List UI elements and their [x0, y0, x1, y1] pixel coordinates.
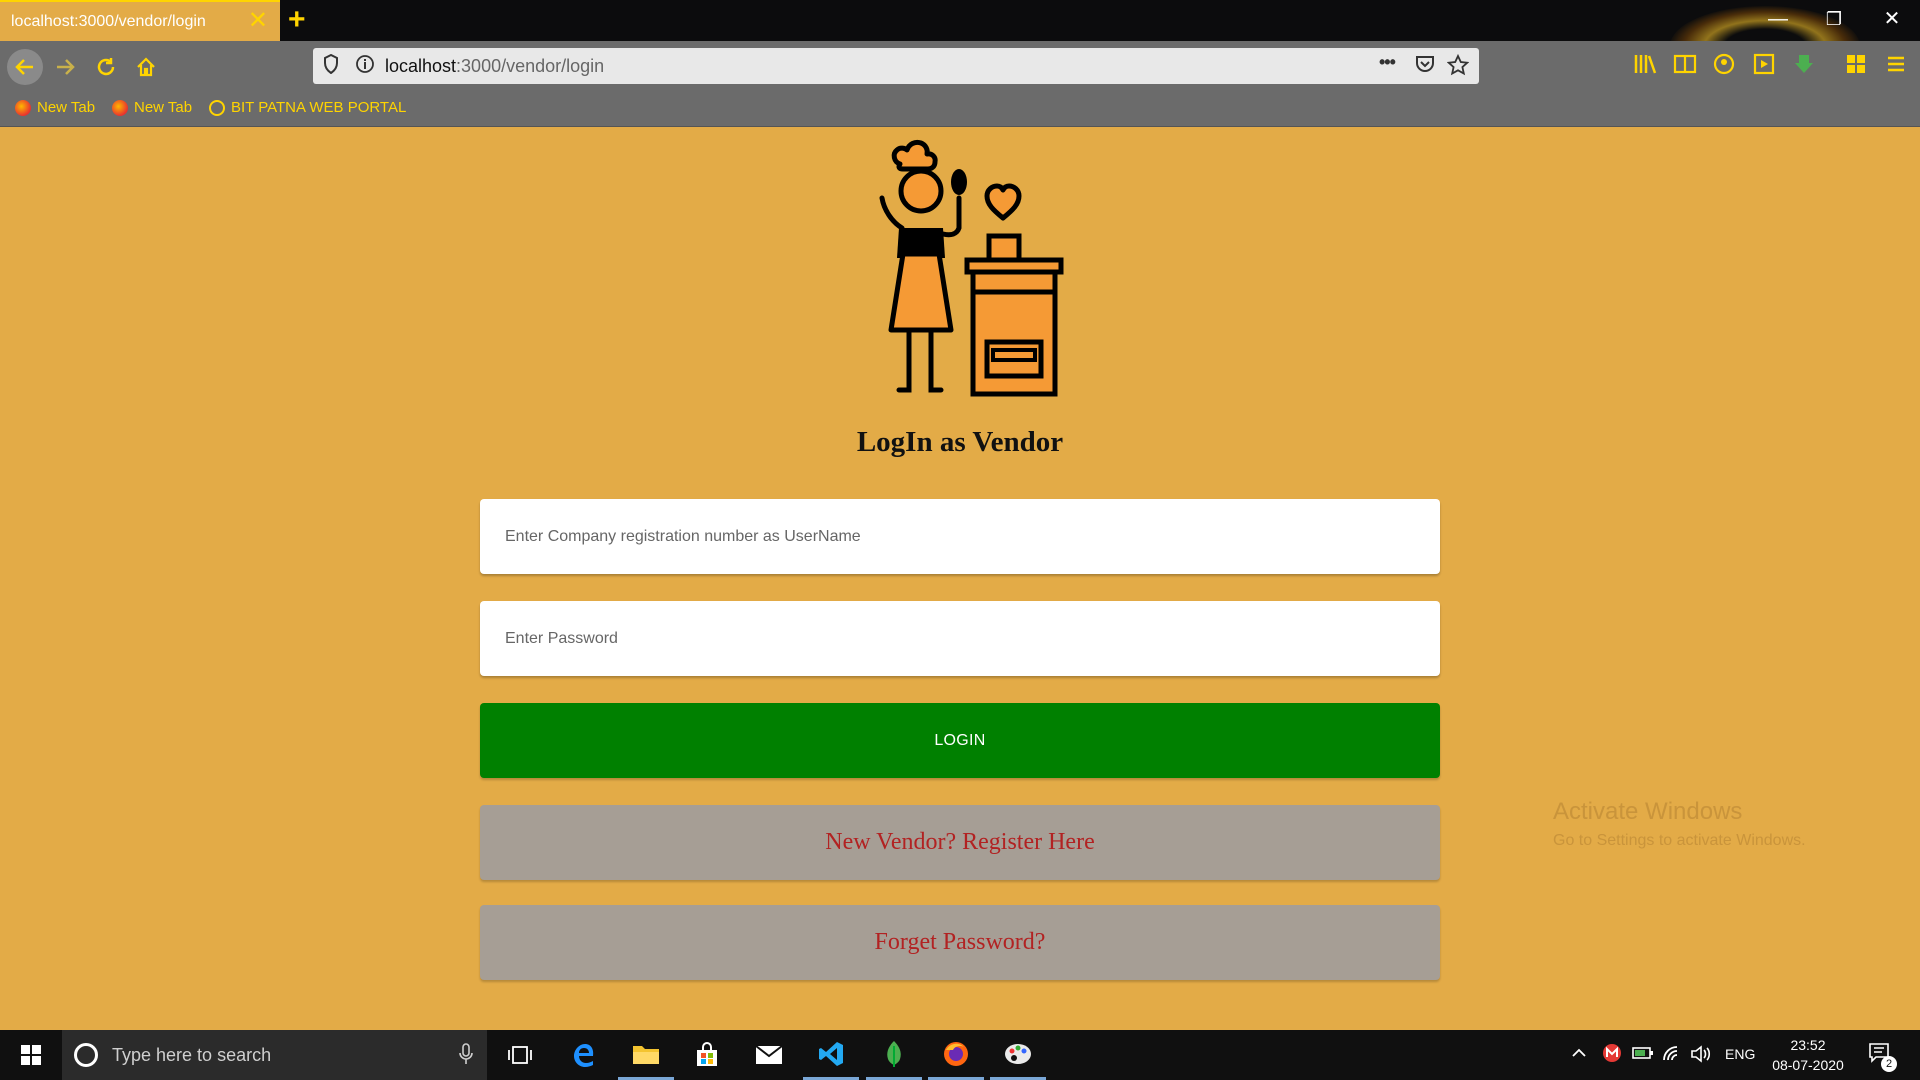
minimize-button[interactable]: —	[1758, 8, 1798, 30]
antivirus-icon[interactable]	[1602, 1043, 1622, 1068]
firefox-icon	[944, 1041, 968, 1066]
download-extension-icon[interactable]	[1793, 53, 1815, 80]
url-bar[interactable]: localhost:3000/vendor/login •••	[313, 48, 1479, 84]
windows-taskbar: Type here to search ENG 23:52 08-07-2020…	[0, 1030, 1920, 1080]
new-tab-button[interactable]: +	[288, 4, 306, 36]
cortana-icon	[74, 1043, 98, 1067]
shield-icon[interactable]	[323, 53, 339, 79]
restore-button[interactable]: ❐	[1814, 8, 1854, 30]
file-explorer-app[interactable]	[618, 1030, 674, 1080]
username-input[interactable]	[480, 499, 1440, 574]
battery-icon[interactable]	[1632, 1045, 1654, 1066]
bookmark-label: New Tab	[134, 99, 193, 116]
vscode-icon	[819, 1041, 843, 1066]
arrow-right-icon	[57, 59, 75, 75]
start-button[interactable]	[3, 1030, 59, 1080]
activate-windows-subtitle: Go to Settings to activate Windows.	[1553, 832, 1806, 849]
microphone-icon[interactable]	[459, 1043, 473, 1071]
system-clock[interactable]: 23:52 08-07-2020	[1768, 1035, 1848, 1075]
mail-icon	[755, 1045, 783, 1064]
register-button[interactable]: New Vendor? Register Here	[480, 805, 1440, 880]
firefox-app[interactable]	[928, 1030, 984, 1080]
tab-close-icon[interactable]: ✕	[248, 9, 268, 33]
notification-count-badge: 2	[1881, 1056, 1897, 1072]
volume-icon[interactable]	[1690, 1045, 1712, 1068]
back-button[interactable]	[7, 49, 43, 85]
edge-icon	[574, 1044, 594, 1067]
paint-app[interactable]	[990, 1030, 1046, 1080]
tab-title: localhost:3000/vendor/login	[11, 12, 206, 30]
bookmark-star-icon[interactable]	[1446, 53, 1470, 81]
wifi-icon[interactable]	[1662, 1045, 1682, 1066]
page-actions-icon[interactable]: •••	[1379, 52, 1396, 73]
extensions-icon[interactable]	[1845, 53, 1867, 80]
store-icon	[697, 1042, 717, 1066]
username-field[interactable]	[480, 499, 1440, 574]
language-indicator[interactable]: ENG	[1725, 1046, 1755, 1062]
firefox-icon	[15, 99, 31, 116]
bookmark-label: New Tab	[37, 99, 96, 116]
tray-overflow-icon[interactable]	[1571, 1045, 1587, 1063]
bookmark-item[interactable]: New Tab	[15, 99, 95, 116]
home-icon	[137, 57, 155, 77]
activate-windows-title: Activate Windows	[1553, 798, 1743, 825]
browser-navbar: localhost:3000/vendor/login •••	[0, 41, 1920, 91]
reload-icon	[97, 58, 115, 76]
taskbar-search[interactable]: Type here to search	[62, 1030, 487, 1080]
login-button-label: LOGIN	[934, 731, 986, 749]
leaf-icon	[887, 1040, 901, 1067]
clock-time: 23:52	[1790, 1037, 1826, 1053]
mongodb-compass-app[interactable]	[866, 1030, 922, 1080]
firefox-icon	[112, 99, 128, 116]
home-button[interactable]	[128, 49, 164, 85]
arrow-left-icon	[15, 59, 33, 75]
page-content: LogIn as Vendor LOGIN New Vendor? Regist…	[0, 128, 1920, 1030]
forgot-password-button[interactable]: Forget Password?	[480, 905, 1440, 980]
browser-titlebar: localhost:3000/vendor/login ✕ + — ❐ ✕	[0, 0, 1920, 86]
reload-button[interactable]	[88, 49, 124, 85]
palette-icon	[1005, 1043, 1031, 1064]
task-view-button[interactable]	[492, 1030, 548, 1080]
forgot-password-label: Forget Password?	[874, 929, 1046, 955]
bookmarks-toolbar: New Tab New Tab BIT PATNA WEB PORTAL	[0, 91, 1920, 127]
task-view-icon	[508, 1046, 532, 1064]
forward-button[interactable]	[47, 49, 83, 85]
menu-icon[interactable]	[1885, 53, 1907, 80]
bookmark-item[interactable]: BIT PATNA WEB PORTAL	[209, 99, 406, 116]
mail-app[interactable]	[741, 1030, 797, 1080]
vendor-chef-icon	[879, 139, 1064, 397]
close-window-button[interactable]: ✕	[1872, 8, 1912, 30]
tab-active[interactable]: localhost:3000/vendor/login ✕	[0, 0, 280, 41]
store-app[interactable]	[679, 1030, 735, 1080]
bookmark-item[interactable]: New Tab	[112, 99, 192, 116]
taskbar-search-placeholder: Type here to search	[112, 1044, 272, 1065]
library-icon[interactable]	[1633, 53, 1657, 80]
password-field[interactable]	[480, 601, 1440, 676]
edge-app[interactable]	[556, 1030, 612, 1080]
info-icon[interactable]	[355, 54, 375, 79]
reader-view-icon[interactable]	[1673, 53, 1697, 80]
vscode-app[interactable]	[803, 1030, 859, 1080]
bookmark-label: BIT PATNA WEB PORTAL	[231, 99, 407, 116]
windows-icon	[21, 1045, 41, 1065]
url-text[interactable]: localhost:3000/vendor/login	[385, 56, 604, 77]
account-icon[interactable]	[1713, 53, 1735, 80]
pocket-icon[interactable]	[1415, 54, 1435, 79]
video-extension-icon[interactable]	[1753, 53, 1775, 80]
url-path: :3000/vendor/login	[456, 56, 605, 76]
page-title: LogIn as Vendor	[856, 426, 1064, 458]
url-host: localhost	[385, 56, 457, 76]
clock-date: 08-07-2020	[1772, 1057, 1844, 1073]
globe-icon	[209, 99, 225, 116]
folder-icon	[633, 1045, 659, 1064]
password-input[interactable]	[480, 601, 1440, 676]
register-button-label: New Vendor? Register Here	[825, 829, 1095, 855]
login-button[interactable]: LOGIN	[480, 703, 1440, 778]
